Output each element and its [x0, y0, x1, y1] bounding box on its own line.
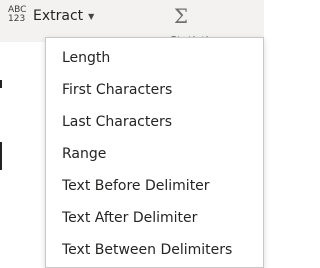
- extract-label: Extract: [33, 8, 84, 24]
- background-mark: [0, 142, 2, 170]
- extract-button[interactable]: ABC 123 Extract ▼: [0, 0, 140, 42]
- chevron-down-icon: ▼: [88, 12, 95, 21]
- menu-item-last-characters[interactable]: Last Characters: [46, 106, 263, 138]
- menu-item-text-after-delimiter[interactable]: Text After Delimiter: [46, 202, 263, 234]
- statistics-icon[interactable]: Σ: [170, 4, 192, 28]
- abc-icon-bottom: 123: [8, 14, 26, 24]
- menu-item-range[interactable]: Range: [46, 138, 263, 170]
- menu-item-text-between-delimiters[interactable]: Text Between Delimiters: [46, 234, 263, 266]
- background-mark: [0, 80, 2, 88]
- menu-item-text-before-delimiter[interactable]: Text Before Delimiter: [46, 170, 263, 202]
- menu-item-first-characters[interactable]: First Characters: [46, 74, 263, 106]
- extract-dropdown-menu: Length First Characters Last Characters …: [45, 37, 264, 268]
- abc-123-icon: ABC 123: [8, 6, 30, 24]
- menu-item-length[interactable]: Length: [46, 42, 263, 74]
